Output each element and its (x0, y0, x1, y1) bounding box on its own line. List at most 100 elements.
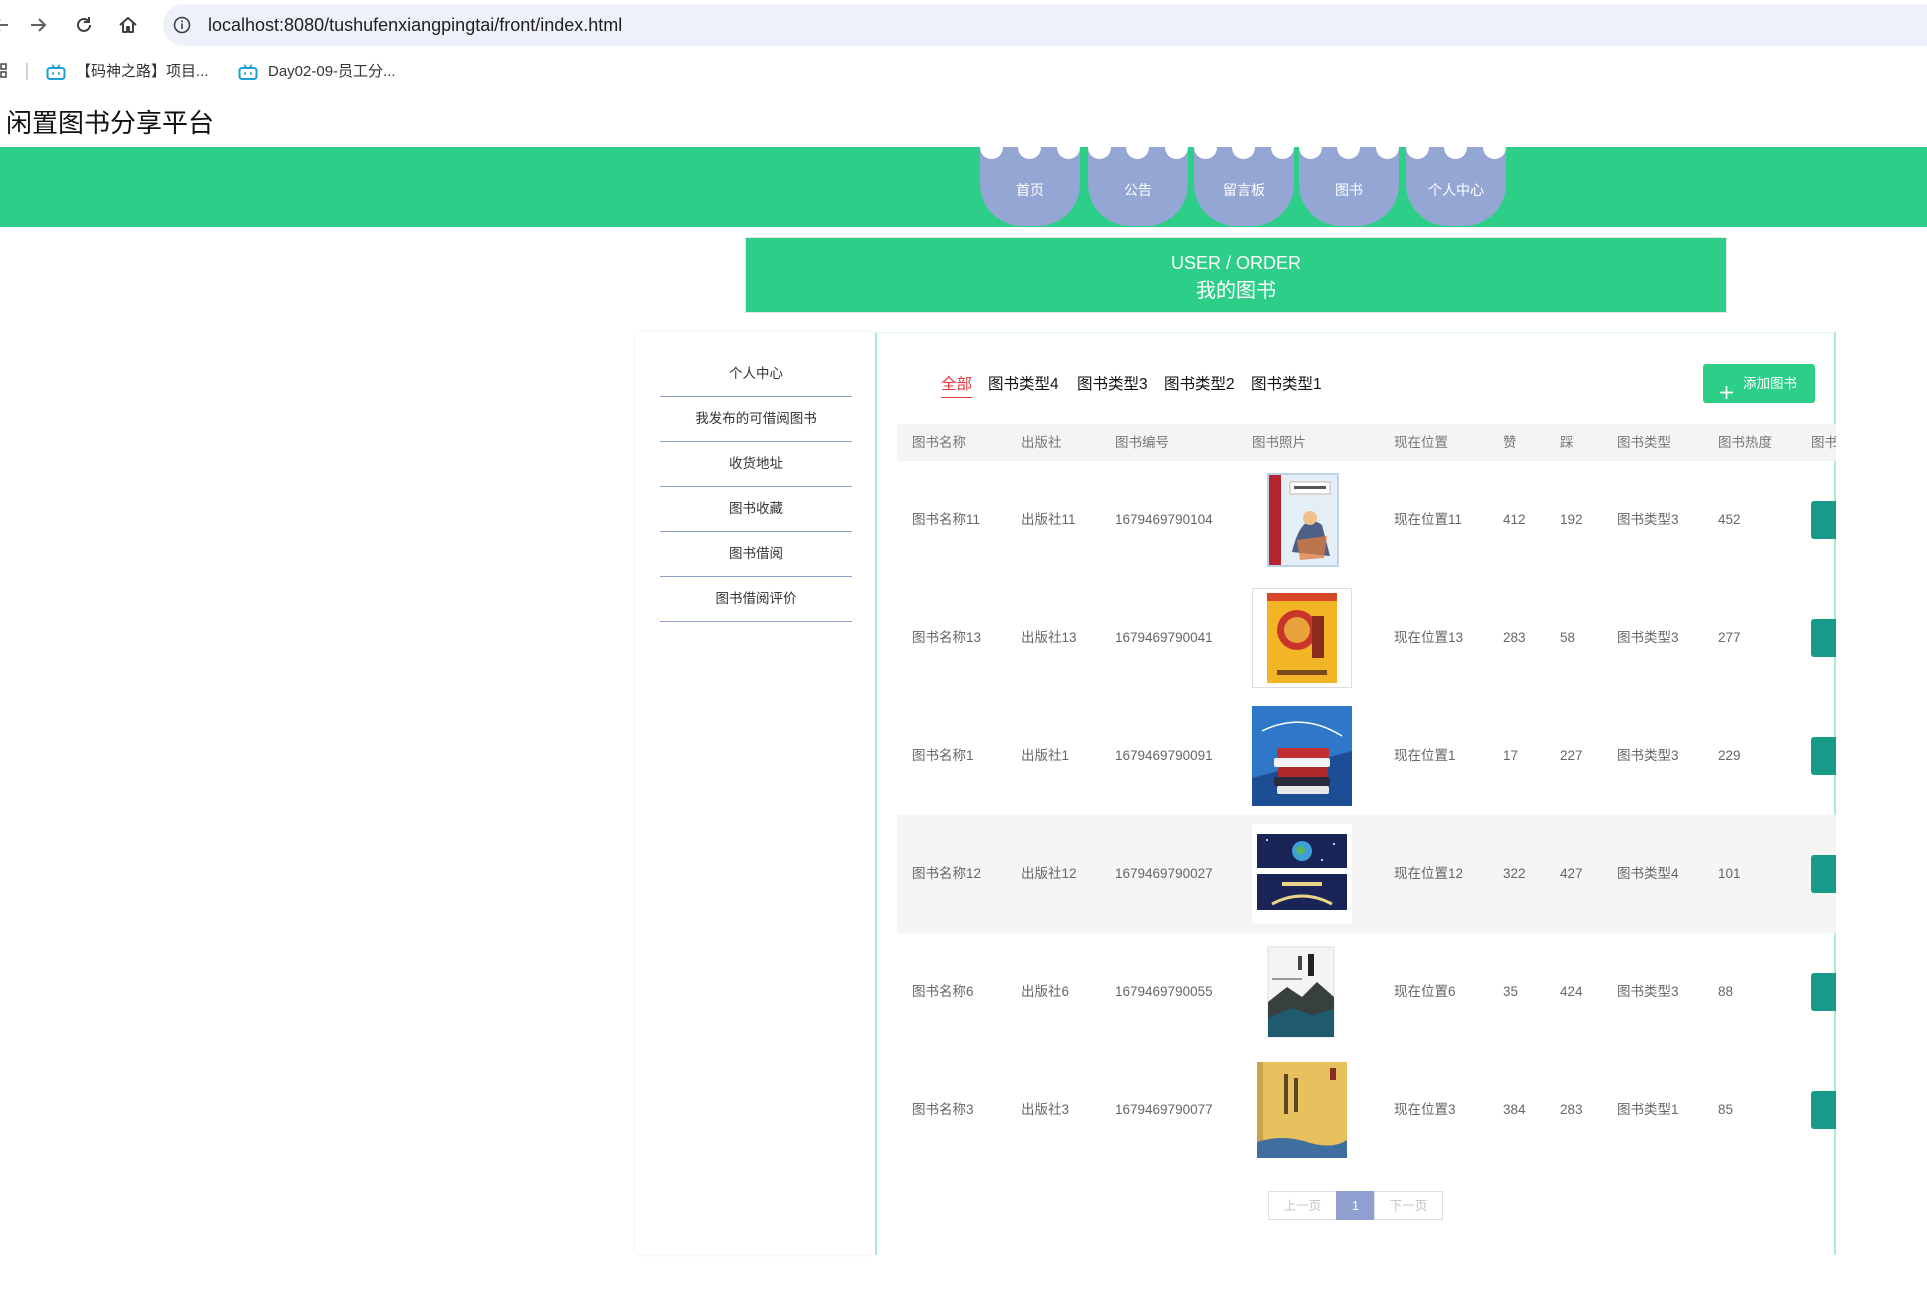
category-tab-type1[interactable]: 图书类型1 (1251, 373, 1322, 397)
book-cover-image (1252, 824, 1352, 924)
row-action-button[interactable] (1811, 973, 1836, 1011)
cell-name: 图书名称1 (912, 748, 974, 763)
table-header: 图书名称 出版社 图书编号 图书照片 现在位置 赞 踩 图书类型 图书热度 图书 (897, 424, 1836, 461)
sidebar-item-borrowing-reviews[interactable]: 图书借阅评价 (660, 577, 852, 622)
sidebar-item-profile[interactable]: 个人中心 (660, 352, 852, 397)
cell-name: 图书名称6 (912, 984, 974, 999)
page-title: 我的图书 (1196, 280, 1276, 302)
tab-decoration (1299, 136, 1322, 159)
tab-decoration (1018, 136, 1041, 159)
category-tab-type3[interactable]: 图书类型3 (1077, 373, 1148, 397)
cell-dislikes: 424 (1560, 984, 1583, 999)
apps-icon[interactable] (0, 63, 8, 84)
category-tab-type2[interactable]: 图书类型2 (1164, 373, 1235, 397)
row-action-button[interactable] (1811, 855, 1836, 893)
bookmark-separator (26, 63, 28, 80)
row-action-button[interactable] (1811, 737, 1836, 775)
home-icon[interactable] (117, 14, 139, 36)
nav-tab-label: 个人中心 (1428, 182, 1484, 198)
info-icon[interactable] (173, 16, 191, 34)
table-row[interactable]: 图书名称6 出版社6 1679469790055 现在位置6 35 424 图书类型3 88 (897, 933, 1836, 1051)
sidebar-item-favorites[interactable]: 图书收藏 (660, 487, 852, 532)
tv-icon (46, 64, 66, 80)
url-text[interactable]: localhost:8080/tushufenxiangpingtai/fron… (208, 4, 622, 46)
cell-code: 1679469790055 (1115, 984, 1213, 999)
bookmark-label: 【码神之路】项目... (76, 63, 209, 80)
cell-code: 1679469790091 (1115, 748, 1213, 763)
tab-decoration (980, 136, 1003, 159)
banner-subtitle: USER / ORDER (1170, 253, 1302, 273)
cell-dislikes: 227 (1560, 748, 1583, 763)
tab-decoration (1057, 136, 1080, 159)
column-header-location: 现在位置 (1394, 435, 1448, 450)
sidebar-item-my-published-books[interactable]: 我发布的可借阅图书 (660, 397, 852, 442)
sidebar-item-shipping-address[interactable]: 收货地址 (660, 442, 852, 487)
page-banner: USER / ORDER 我的图书 (745, 237, 1727, 313)
book-cover-image (1252, 1060, 1352, 1160)
cell-code: 1679469790027 (1115, 866, 1213, 881)
cell-dislikes: 427 (1560, 866, 1583, 881)
cell-type: 图书类型1 (1617, 1102, 1679, 1117)
plus-icon (1719, 376, 1734, 399)
book-cover-image (1252, 470, 1352, 570)
tab-decoration (1337, 136, 1360, 159)
table-row[interactable]: 图书名称3 出版社3 1679469790077 现在位置3 384 283 图书类型1 85 (897, 1051, 1836, 1169)
add-book-label: 添加图书 (1743, 376, 1797, 391)
column-header-name: 图书名称 (912, 435, 966, 450)
cell-location: 现在位置3 (1394, 1102, 1456, 1117)
books-table: 图书名称 出版社 图书编号 图书照片 现在位置 赞 踩 图书类型 图书热度 图书 图书名称11 出版… (897, 424, 1836, 1169)
cell-code: 1679469790104 (1115, 512, 1213, 527)
column-header-type: 图书类型 (1617, 435, 1671, 450)
cell-publisher: 出版社6 (1021, 984, 1070, 999)
back-icon[interactable] (0, 14, 12, 36)
tab-decoration (1165, 136, 1188, 159)
nav-tab-message-board[interactable]: 留言板 (1194, 136, 1294, 226)
row-action-button[interactable] (1811, 501, 1836, 539)
cell-location: 现在位置11 (1394, 512, 1463, 527)
column-header-likes: 赞 (1503, 435, 1517, 450)
sidebar-item-borrowing[interactable]: 图书借阅 (660, 532, 852, 577)
column-header-publisher: 出版社 (1021, 435, 1062, 450)
column-header-heat: 图书热度 (1718, 435, 1772, 450)
tab-decoration (1406, 136, 1429, 159)
add-book-button[interactable]: 添加图书 (1703, 364, 1815, 403)
nav-tab-profile[interactable]: 个人中心 (1406, 136, 1506, 226)
cell-name: 图书名称13 (912, 630, 982, 645)
cell-likes: 35 (1503, 984, 1519, 999)
table-row[interactable]: 图书名称12 出版社12 1679469790027 现在位置12 322 427 图书类型… (897, 815, 1836, 933)
bookmarks-bar: 【码神之路】项目... Day02-09-员工分... (0, 55, 1927, 88)
row-action-button[interactable] (1811, 619, 1836, 657)
cell-code: 1679469790041 (1115, 630, 1213, 645)
reload-icon[interactable] (73, 14, 95, 36)
bookmark-label: Day02-09-员工分... (268, 63, 396, 80)
book-cover-image (1252, 942, 1352, 1042)
cell-heat: 101 (1718, 866, 1741, 881)
table-row[interactable]: 图书名称11 出版社11 1679469790104 现在位置11 412 192 图书类型… (897, 461, 1836, 579)
forward-icon[interactable] (27, 14, 49, 36)
cell-location: 现在位置1 (1394, 748, 1456, 763)
cell-likes: 283 (1503, 630, 1526, 645)
category-tab-all[interactable]: 全部 (941, 373, 973, 398)
cell-name: 图书名称12 (912, 866, 982, 881)
cell-likes: 412 (1503, 512, 1526, 527)
tv-icon (238, 64, 258, 80)
cell-type: 图书类型4 (1617, 866, 1679, 881)
column-header-photo: 图书照片 (1252, 435, 1306, 450)
nav-tab-books[interactable]: 图书 (1299, 136, 1399, 226)
nav-tab-notice[interactable]: 公告 (1088, 136, 1188, 226)
row-action-button[interactable] (1811, 1091, 1836, 1129)
next-page-button[interactable]: 下一页 (1374, 1191, 1443, 1220)
nav-tab-home[interactable]: 首页 (980, 136, 1080, 226)
page-1-button[interactable]: 1 (1336, 1191, 1375, 1220)
cell-name: 图书名称11 (912, 512, 981, 527)
tab-decoration (1376, 136, 1399, 159)
table-row[interactable]: 图书名称13 出版社13 1679469790041 现在位置13 283 58 图书类型3… (897, 579, 1836, 697)
address-bar[interactable]: localhost:8080/tushufenxiangpingtai/fron… (163, 4, 1927, 46)
table-row[interactable]: 图书名称1 出版社1 1679469790091 现在位置1 17 227 图书类型3 229 (897, 697, 1836, 815)
cell-likes: 17 (1503, 748, 1519, 763)
site-title: 闲置图书分享平台 (6, 108, 215, 138)
cell-code: 1679469790077 (1115, 1102, 1213, 1117)
category-tab-type4[interactable]: 图书类型4 (988, 373, 1059, 397)
book-cover-image (1252, 706, 1352, 806)
prev-page-button[interactable]: 上一页 (1268, 1191, 1337, 1220)
